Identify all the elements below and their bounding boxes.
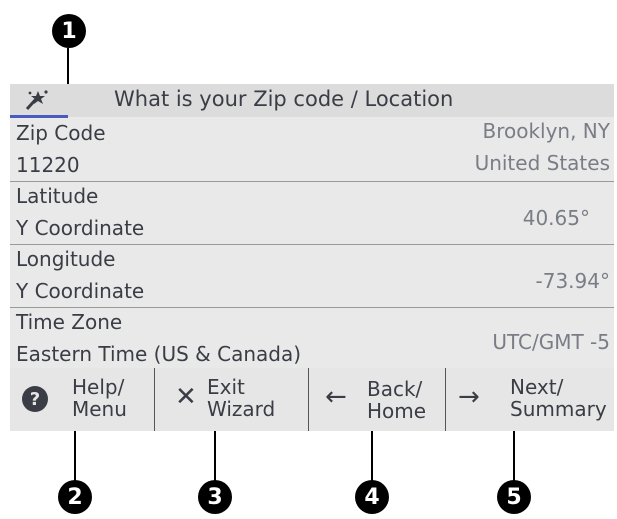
page-title: What is your Zip code / Location xyxy=(114,87,454,111)
longitude-row[interactable]: Longitude Y Coordinate -73.94° xyxy=(10,245,614,308)
title-bar: What is your Zip code / Location xyxy=(10,84,614,118)
callout-4-leader xyxy=(371,431,373,481)
time-zone-row[interactable]: Time Zone Eastern Time (US & Canada) UTC… xyxy=(10,308,614,368)
zip-code-row[interactable]: Zip Code 11220 Brooklyn, NY United State… xyxy=(10,117,614,182)
close-icon: ✕ xyxy=(175,382,197,412)
callout-3-leader xyxy=(214,431,216,481)
time-zone-name: Eastern Time (US & Canada) xyxy=(16,342,302,366)
exit-wizard-label-line1: Exit xyxy=(207,375,245,399)
callout-4: 4 xyxy=(355,480,389,514)
longitude-label: Longitude xyxy=(16,247,116,271)
callout-5: 5 xyxy=(497,480,531,514)
magic-wand-icon xyxy=(25,90,48,111)
time-zone-offset: UTC/GMT -5 xyxy=(492,330,610,354)
help-menu-label-line2: Menu xyxy=(72,397,127,421)
zip-code-value: 11220 xyxy=(16,153,80,177)
help-icon: ? xyxy=(22,386,48,412)
back-home-label-line2: Home xyxy=(367,399,427,423)
exit-wizard-button[interactable]: ✕ Exit Wizard xyxy=(155,368,309,431)
wizard-screen: What is your Zip code / Location Zip Cod… xyxy=(10,84,614,431)
button-bar: ? Help/ Menu ✕ Exit Wizard ← Back/ Home … xyxy=(10,368,614,431)
arrow-left-icon: ← xyxy=(325,382,347,412)
longitude-value: -73.94° xyxy=(535,269,610,293)
arrow-right-icon: → xyxy=(458,382,480,412)
callout-3: 3 xyxy=(198,480,232,514)
next-summary-label-line1: Next/ xyxy=(510,375,564,399)
callout-2-leader xyxy=(74,431,76,481)
callout-5-leader xyxy=(513,431,515,481)
back-home-label-line1: Back/ xyxy=(367,377,423,401)
back-home-button[interactable]: ← Back/ Home xyxy=(309,368,446,431)
help-menu-button[interactable]: ? Help/ Menu xyxy=(10,368,155,431)
time-zone-label: Time Zone xyxy=(16,310,123,334)
exit-wizard-label-line2: Wizard xyxy=(207,397,276,421)
next-summary-label-line2: Summary xyxy=(510,397,607,421)
callout-1: 1 xyxy=(52,14,86,48)
latitude-row[interactable]: Latitude Y Coordinate 40.65° xyxy=(10,182,614,245)
latitude-value: 40.65° xyxy=(522,206,590,230)
help-menu-label-line1: Help/ xyxy=(72,375,125,399)
country: United States xyxy=(474,151,610,175)
longitude-sublabel: Y Coordinate xyxy=(16,279,145,303)
latitude-label: Latitude xyxy=(16,184,99,208)
latitude-sublabel: Y Coordinate xyxy=(16,216,145,240)
callout-2: 2 xyxy=(58,480,92,514)
zip-code-label: Zip Code xyxy=(16,121,106,145)
next-summary-button[interactable]: → Next/ Summary xyxy=(446,368,614,431)
city-state: Brooklyn, NY xyxy=(482,119,610,143)
